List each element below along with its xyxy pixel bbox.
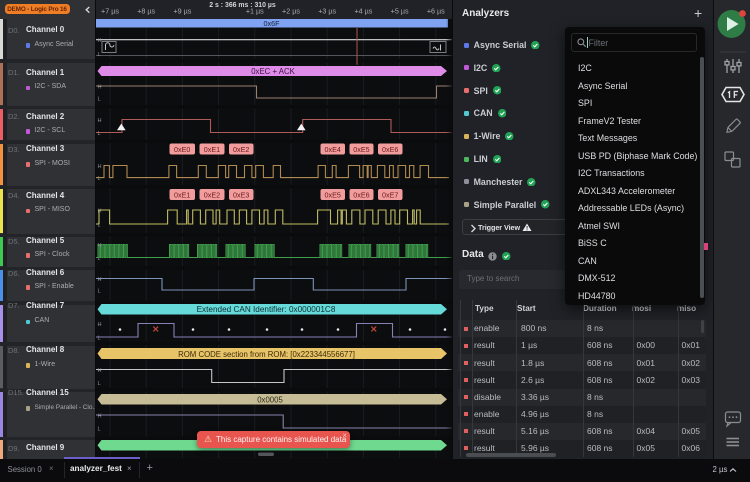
- svg-text:0xE7: 0xE7: [382, 190, 398, 199]
- svg-text:+4 µs: +4 µs: [354, 7, 372, 16]
- svg-text:0x6F: 0x6F: [264, 19, 281, 28]
- svg-text:L: L: [98, 381, 101, 387]
- svg-text:0xE5: 0xE5: [325, 190, 341, 199]
- svg-text:L: L: [98, 288, 101, 294]
- svg-text:H: H: [98, 164, 102, 170]
- svg-text:+6 µs: +6 µs: [427, 7, 445, 16]
- svg-text:0xE2: 0xE2: [233, 145, 249, 154]
- svg-text:H: H: [98, 322, 102, 328]
- svg-text:L: L: [98, 176, 101, 182]
- svg-text:L: L: [98, 52, 101, 58]
- svg-text:+2 µs: +2 µs: [282, 7, 300, 16]
- svg-text:+8 µs: +8 µs: [137, 7, 155, 16]
- svg-text:0xE6: 0xE6: [382, 145, 398, 154]
- svg-text:L: L: [98, 426, 101, 432]
- svg-text:+5 µs: +5 µs: [391, 7, 409, 16]
- svg-text:L: L: [98, 335, 101, 341]
- svg-text:H: H: [98, 277, 102, 283]
- svg-text:H: H: [98, 368, 102, 374]
- svg-text:ROM CODE section from ROM: [0x: ROM CODE section from ROM: [0x2233445566…: [178, 350, 355, 359]
- svg-text:0xE1: 0xE1: [174, 190, 190, 199]
- svg-text:H: H: [98, 208, 102, 214]
- svg-text:H: H: [98, 38, 102, 44]
- svg-text:H: H: [98, 84, 102, 90]
- svg-text:0xE6: 0xE6: [353, 190, 369, 199]
- svg-text:0x0005: 0x0005: [257, 396, 283, 405]
- svg-text:0xE5: 0xE5: [353, 145, 369, 154]
- svg-text:L: L: [98, 222, 101, 228]
- svg-text:H: H: [98, 413, 102, 419]
- svg-text:2 s : 366 ms : 310 µs: 2 s : 366 ms : 310 µs: [209, 2, 276, 9]
- svg-text:+3 µs: +3 µs: [318, 7, 336, 16]
- svg-text:+7 µs: +7 µs: [101, 7, 119, 16]
- svg-text:0xE0: 0xE0: [174, 145, 190, 154]
- svg-text:0xE2: 0xE2: [204, 190, 220, 199]
- svg-text:L: L: [98, 96, 101, 102]
- svg-text:L: L: [98, 131, 101, 137]
- svg-text:H: H: [98, 118, 102, 124]
- svg-text:H: H: [98, 243, 102, 249]
- svg-text:0xE3: 0xE3: [233, 190, 249, 199]
- svg-text:0xEC + ACK: 0xEC + ACK: [251, 67, 295, 76]
- svg-text:L: L: [98, 256, 101, 262]
- svg-text:Extended CAN Identifier: 0x000: Extended CAN Identifier: 0x000001C8: [197, 305, 336, 314]
- svg-text:+9 µs: +9 µs: [173, 7, 191, 16]
- svg-text:0xE4: 0xE4: [325, 145, 341, 154]
- svg-text:0xE1: 0xE1: [204, 145, 220, 154]
